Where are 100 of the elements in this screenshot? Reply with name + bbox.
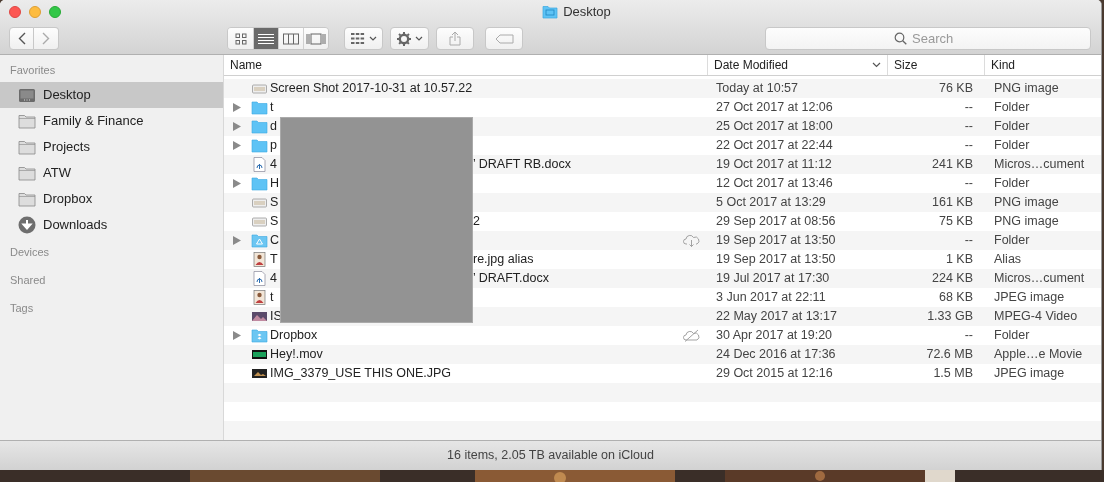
screenshot-file-icon <box>251 81 268 96</box>
file-name-end: re.jpg alias <box>473 251 534 269</box>
disclosure-triangle-icon[interactable] <box>233 103 241 112</box>
column-header[interactable]: Size <box>888 55 985 75</box>
sidebar-section-title: Shared <box>9 273 47 288</box>
file-kind: Folder <box>993 175 1031 193</box>
search-input[interactable]: Search <box>912 29 962 49</box>
file-kind: Alias <box>993 251 1023 269</box>
date-modified: 19 Sep 2017 at 13:50 <box>715 232 837 250</box>
column-header[interactable]: Date Modified <box>708 55 888 75</box>
file-size: 1.33 GB <box>926 308 974 326</box>
list-icon <box>258 32 274 45</box>
file-name: T <box>270 251 278 269</box>
file-kind: PNG image <box>993 80 1060 98</box>
folder-icon <box>251 176 268 191</box>
file-kind: Folder <box>993 99 1031 117</box>
folder-icon <box>251 328 268 343</box>
file-size: 224 KB <box>931 270 974 288</box>
folder-icon <box>18 165 36 181</box>
search-field[interactable]: Search <box>765 27 1091 51</box>
caret-icon <box>414 36 423 42</box>
zoom-button[interactable] <box>49 5 61 18</box>
date-modified: 30 Apr 2017 at 19:20 <box>715 327 834 345</box>
date-modified: 29 Sep 2017 at 08:56 <box>715 213 837 231</box>
view-mode-button[interactable] <box>228 28 253 50</box>
file-size: -- <box>963 175 974 193</box>
file-name: t <box>270 99 274 117</box>
folder-icon <box>251 119 268 134</box>
sidebar-item[interactable]: Projects <box>0 134 223 160</box>
date-modified: 12 Oct 2017 at 13:46 <box>715 175 834 193</box>
screenshot-file-icon <box>251 195 268 210</box>
file-size: -- <box>963 99 974 117</box>
sidebar-item[interactable]: ATW <box>0 160 223 186</box>
tag-icon <box>494 33 514 44</box>
disclosure-triangle-icon[interactable] <box>233 331 241 340</box>
file-name-end: 2 <box>473 213 480 231</box>
download-icon <box>18 216 36 234</box>
file-row[interactable]: Screen Shot 2017-10-31 at 10.57.22 Today at 10:57 76 KB PNG image <box>224 79 1101 98</box>
action-button[interactable] <box>390 27 429 51</box>
status-bar-text: 16 items, 2.05 TB available on iCloud <box>447 447 654 465</box>
date-modified: 29 Oct 2015 at 12:16 <box>715 365 834 383</box>
arrange-icon <box>350 33 365 45</box>
arrange-button[interactable] <box>344 27 383 51</box>
file-name: t <box>270 289 274 307</box>
file-kind: PNG image <box>993 194 1060 212</box>
date-modified: 24 Dec 2016 at 17:36 <box>715 346 837 364</box>
caret-icon <box>368 36 377 42</box>
disclosure-triangle-icon[interactable] <box>233 122 241 131</box>
sidebar-item[interactable]: Downloads <box>0 212 223 238</box>
columns-icon <box>283 32 299 45</box>
file-name: H <box>270 175 280 193</box>
view-mode-button[interactable] <box>253 28 278 50</box>
sidebar-section-title: Devices <box>9 245 51 260</box>
file-size: 241 KB <box>931 156 974 174</box>
date-modified: 3 Jun 2017 at 22:11 <box>715 289 827 307</box>
photo-file-icon <box>251 252 268 267</box>
document-icon <box>251 157 268 172</box>
file-kind: Folder <box>993 232 1031 250</box>
movie-file-icon <box>251 347 268 362</box>
date-modified: 22 Oct 2017 at 22:44 <box>715 137 834 155</box>
disclosure-triangle-icon[interactable] <box>233 236 241 245</box>
column-header[interactable]: Name <box>224 55 708 75</box>
gallery-icon <box>306 32 326 45</box>
date-modified: Today at 10:57 <box>715 80 799 98</box>
back-button[interactable] <box>9 27 34 51</box>
file-row[interactable]: Hey!.mov 24 Dec 2016 at 17:36 72.6 MB Apple…e Movie <box>224 345 1101 364</box>
folder-icon <box>251 138 268 153</box>
file-name: Screen Shot 2017-10-31 at 10.57.22 <box>270 80 473 98</box>
video-file-icon <box>251 309 268 324</box>
date-modified: 19 Jul 2017 at 17:30 <box>715 270 831 288</box>
file-name: 4 <box>270 156 277 174</box>
sidebar-item[interactable]: Desktop <box>0 82 223 108</box>
view-mode-control[interactable] <box>227 27 329 51</box>
file-kind: JPEG image <box>993 365 1066 383</box>
file-name: p <box>270 137 277 155</box>
file-size: 161 KB <box>931 194 974 212</box>
folder-icon <box>251 233 268 248</box>
gear-icon <box>396 31 411 46</box>
sidebar-section-title: Tags <box>9 301 35 316</box>
disclosure-triangle-icon[interactable] <box>233 179 241 188</box>
file-size: 1 KB <box>944 251 974 269</box>
sidebar-item[interactable]: Dropbox <box>0 186 223 212</box>
folder-icon <box>18 191 36 207</box>
window-title: Desktop <box>563 3 611 22</box>
minimize-button[interactable] <box>29 5 41 18</box>
file-size: 75 KB <box>937 213 974 231</box>
disclosure-triangle-icon[interactable] <box>233 141 241 150</box>
date-modified: 19 Oct 2017 at 11:12 <box>715 156 833 174</box>
close-button[interactable] <box>9 5 21 18</box>
view-mode-button[interactable] <box>278 28 303 50</box>
forward-icon <box>42 32 50 46</box>
file-name: IMG_3379_USE THIS ONE.JPG <box>270 365 452 383</box>
folder-icon <box>18 113 36 129</box>
file-size: -- <box>963 137 974 155</box>
folder-icon <box>18 139 36 155</box>
column-header[interactable]: Kind <box>985 55 1101 75</box>
sidebar-item[interactable]: Family & Finance <box>0 108 223 134</box>
file-size: 1.5 MB <box>932 365 974 383</box>
date-modified: 25 Oct 2017 at 18:00 <box>715 118 834 136</box>
cloud-download-icon[interactable] <box>683 234 700 247</box>
